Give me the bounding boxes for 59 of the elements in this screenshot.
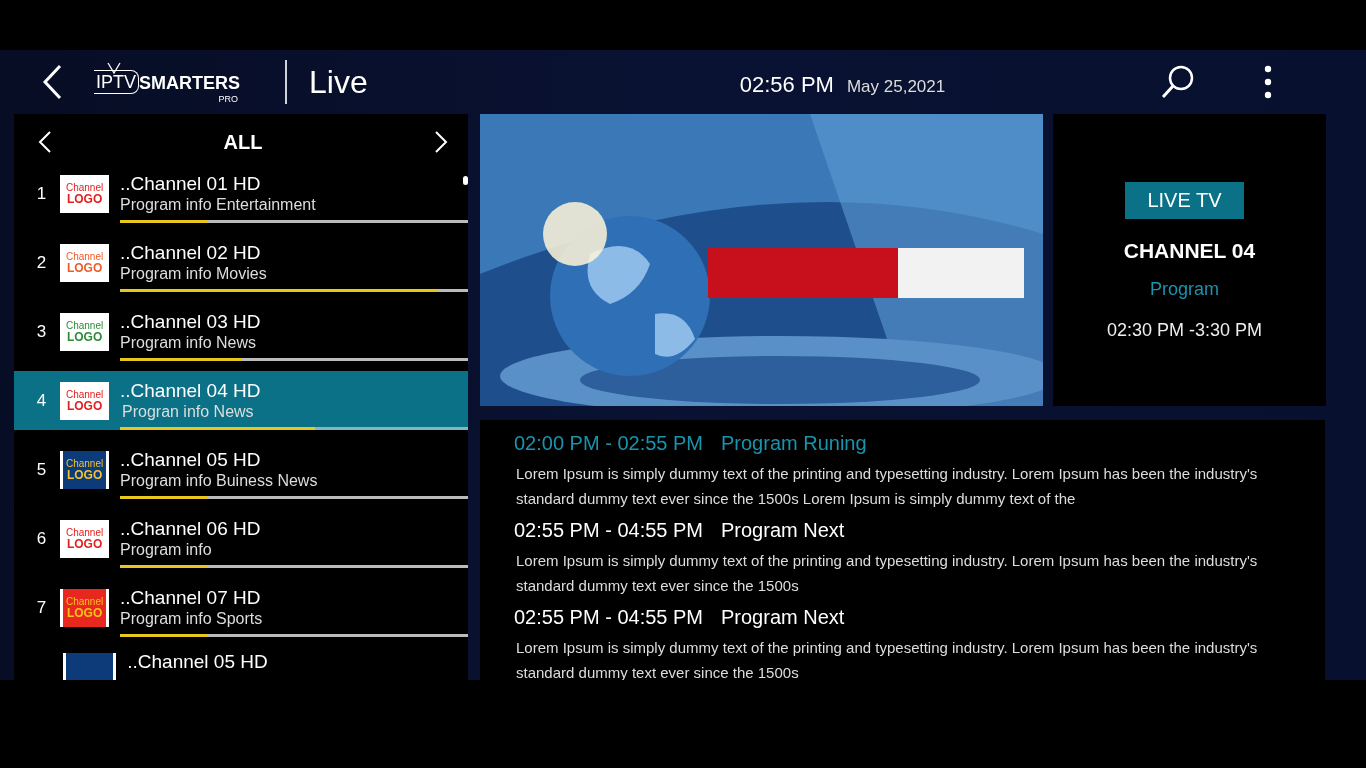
date: May 25,2021 <box>846 77 946 97</box>
scrollbar-thumb[interactable] <box>463 176 468 185</box>
channel-row[interactable]: 7 Channel LOGO ..Channel 07 HD Program info Sports <box>14 578 468 637</box>
channel-logo: Channel LOGO <box>60 519 109 558</box>
channel-number: 3 <box>35 321 47 342</box>
channel-name: ..Channel 02 HD <box>120 242 261 264</box>
program-info: Program info <box>120 540 213 560</box>
program-title: Program Runing <box>721 432 867 455</box>
channel-name: ..Channel 05 HD <box>127 651 268 673</box>
channel-logo: Channel LOGO <box>60 450 109 489</box>
channel-number: 5 <box>35 459 47 480</box>
channel-name: ..Channel 05 HD <box>120 449 261 471</box>
channel-logo: Channel LOGO <box>60 174 109 213</box>
channel-row[interactable]: 4 Channel LOGO ..Channel 04 HD Progran info News <box>14 371 468 430</box>
more-menu-icon[interactable] <box>1264 65 1273 99</box>
previous-category-icon[interactable] <box>38 130 52 154</box>
channel-number: 4 <box>35 390 47 411</box>
program-description: Lorem Ipsum is simply dummy text of the printing and typesetting industry. Lorem Ipsum has been the industry's standard dummy text ever since the 1500s Lorem Ipsum is simply dummy text of the <box>516 464 1259 509</box>
channel-row[interactable]: ..Channel 05 HD <box>14 647 468 680</box>
channel-name: ..Channel 06 HD <box>120 518 261 540</box>
channel-logo: Channel LOGO <box>60 588 109 627</box>
clock-time: 02:56 PM <box>739 72 834 98</box>
channel-name: ..Channel 04 HD <box>120 380 261 402</box>
channel-number: 2 <box>35 252 47 273</box>
back-icon[interactable] <box>42 64 62 100</box>
program-info: Progran info News <box>122 402 255 422</box>
program-time: 02:55 PM - 04:55 PM <box>514 606 703 629</box>
program-description: Lorem Ipsum is simply dummy text of the printing and typesetting industry. Lorem Ipsum has been the industry's standard dummy text ever since the 1500s <box>516 551 1259 596</box>
channel-number: 7 <box>35 597 47 618</box>
program-title: Program Next <box>721 606 845 629</box>
program-info: Program info Sports <box>120 609 264 629</box>
channel-name: ..Channel 03 HD <box>120 311 261 333</box>
channel-number: 6 <box>35 528 47 549</box>
channel-logo: Channel LOGO <box>60 312 109 351</box>
channel-name: ..Channel 07 HD <box>120 587 261 609</box>
program-time: 02:55 PM - 04:55 PM <box>514 519 703 542</box>
live-tv-badge: LIVE TV <box>1125 182 1244 219</box>
channel-row[interactable]: 2 Channel LOGO ..Channel 02 HD Program info Movies <box>14 233 468 292</box>
program-time: 02:30 PM -3:30 PM <box>1106 320 1263 341</box>
channel-name: ..Channel 01 HD <box>120 173 261 195</box>
program-title: Program Next <box>721 519 845 542</box>
program-title: Program <box>1150 279 1219 300</box>
page-title: Live <box>309 63 368 101</box>
channel-row[interactable]: 1 Channel LOGO ..Channel 01 HD Program info Entertainment <box>14 164 468 223</box>
channel-number: 1 <box>35 183 47 204</box>
logo: IPTV SMARTERS PRO <box>94 60 241 104</box>
channel-logo: Channel LOGO <box>60 381 109 420</box>
channel-row[interactable]: 5 Channel LOGO ..Channel 05 HD Program info Buiness News <box>14 440 468 499</box>
program-info: Program info Movies <box>120 264 268 284</box>
program-info: Program info Entertainment <box>120 195 317 215</box>
channel-logo: Channel LOGO <box>60 243 109 282</box>
channel-row[interactable]: 6 Channel LOGO ..Channel 06 HD Program info <box>14 509 468 568</box>
channel-title: CHANNEL 04 <box>1123 239 1256 263</box>
program-info: Program info News <box>120 333 258 353</box>
category-title: ALL <box>223 130 263 154</box>
channel-row[interactable]: 3 Channel LOGO ..Channel 03 HD Program info News <box>14 302 468 361</box>
program-time: 02:00 PM - 02:55 PM <box>514 432 703 455</box>
program-info: Program info Buiness News <box>120 471 319 491</box>
next-category-icon[interactable] <box>434 130 448 154</box>
